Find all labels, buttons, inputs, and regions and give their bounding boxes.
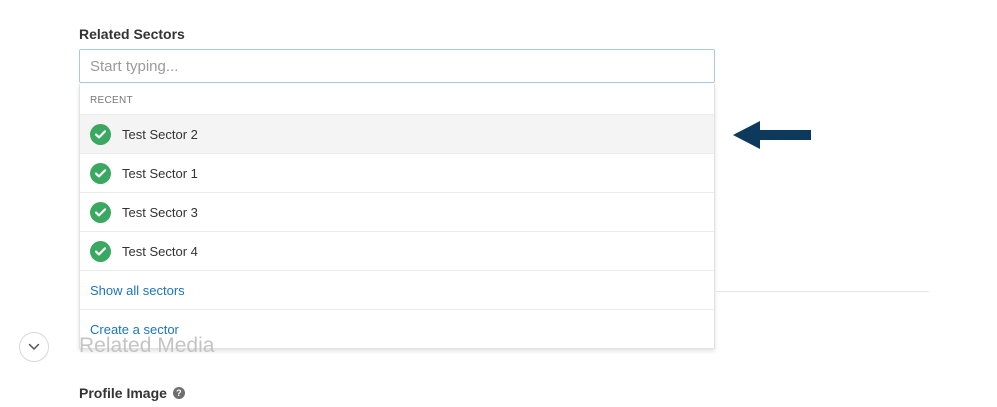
sector-option-label: Test Sector 4 [122,243,198,259]
sector-search-input[interactable] [79,49,715,83]
recent-section-header: RECENT [80,84,714,115]
check-circle-icon [90,201,111,223]
profile-image-label: Profile Image ? [79,385,185,401]
sector-dropdown: RECENT Test Sector 2 Test Sector 1 Test … [79,84,715,349]
collapse-toggle-button[interactable] [19,332,49,362]
related-sectors-label: Related Sectors [79,26,185,42]
profile-image-label-text: Profile Image [79,385,167,401]
sector-option[interactable]: Test Sector 1 [80,154,714,193]
sector-option[interactable]: Test Sector 3 [80,193,714,232]
sector-option-label: Test Sector 2 [122,126,198,142]
check-circle-icon [90,123,111,145]
sector-option-label: Test Sector 1 [122,165,198,181]
sector-option[interactable]: Test Sector 2 [80,115,714,154]
check-circle-icon [90,162,111,184]
sector-option[interactable]: Test Sector 4 [80,232,714,271]
chevron-down-icon [28,343,40,350]
show-all-sectors-link[interactable]: Show all sectors [80,271,714,310]
left-arrow-icon [733,121,811,149]
page: Related Sectors RECENT Test Sector 2 Tes… [0,0,997,407]
question-circle-icon[interactable]: ? [172,387,185,399]
section-divider [716,291,929,292]
related-media-title: Related Media [79,334,215,357]
check-circle-icon [90,240,111,262]
sector-option-label: Test Sector 3 [122,204,198,220]
